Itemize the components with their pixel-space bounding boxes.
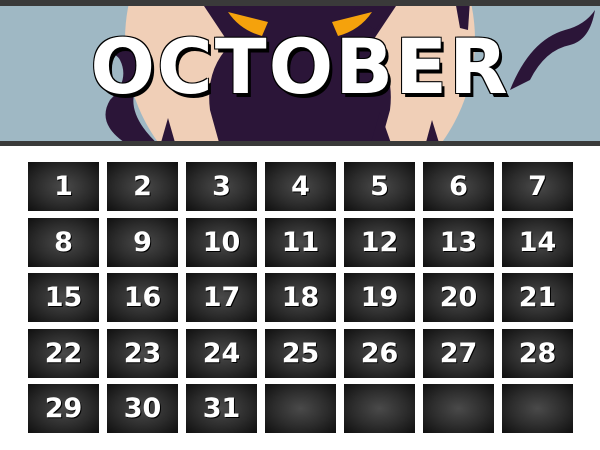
empty-day-cell: [265, 384, 336, 433]
day-cell: 29: [28, 384, 99, 433]
day-cell: 21: [502, 273, 573, 322]
day-cell: 27: [423, 328, 494, 378]
day-cell: 28: [502, 328, 573, 378]
day-cell: 1: [28, 162, 99, 211]
day-cell: 5: [344, 162, 415, 211]
banner-bottom-border: [0, 141, 600, 146]
day-cell: 2: [107, 162, 178, 211]
month-title: OCTOBER: [90, 22, 510, 111]
day-cell: 22: [28, 328, 99, 378]
banner-top-border: [0, 0, 600, 6]
october-banner: OCTOBER: [0, 0, 600, 146]
day-cell: 7: [502, 162, 573, 211]
day-cell: 8: [28, 217, 99, 267]
day-cell: 12: [344, 217, 415, 267]
day-cell: 24: [186, 328, 257, 378]
day-cell: 14: [502, 217, 573, 267]
day-cell: 19: [344, 273, 415, 322]
day-cell: 31: [186, 384, 257, 433]
day-cell: 13: [423, 217, 494, 267]
day-cell: 9: [107, 217, 178, 267]
day-cell: 4: [265, 162, 336, 211]
empty-day-cell: [423, 384, 494, 433]
empty-day-cell: [502, 384, 573, 433]
day-cell: 20: [423, 273, 494, 322]
day-cell: 15: [28, 273, 99, 322]
day-cell: 11: [265, 217, 336, 267]
day-cell: 18: [265, 273, 336, 322]
day-cell: 25: [265, 328, 336, 378]
day-cell: 10: [186, 217, 257, 267]
day-cell: 23: [107, 328, 178, 378]
day-cell: 17: [186, 273, 257, 322]
day-cell: 16: [107, 273, 178, 322]
day-cell: 6: [423, 162, 494, 211]
day-cell: 3: [186, 162, 257, 211]
empty-day-cell: [344, 384, 415, 433]
day-cell: 30: [107, 384, 178, 433]
day-cell: 26: [344, 328, 415, 378]
calendar-grid: 1 2 3 4 5 6 7 8 9 10 11 12 13 14 15 16 1…: [28, 162, 573, 433]
